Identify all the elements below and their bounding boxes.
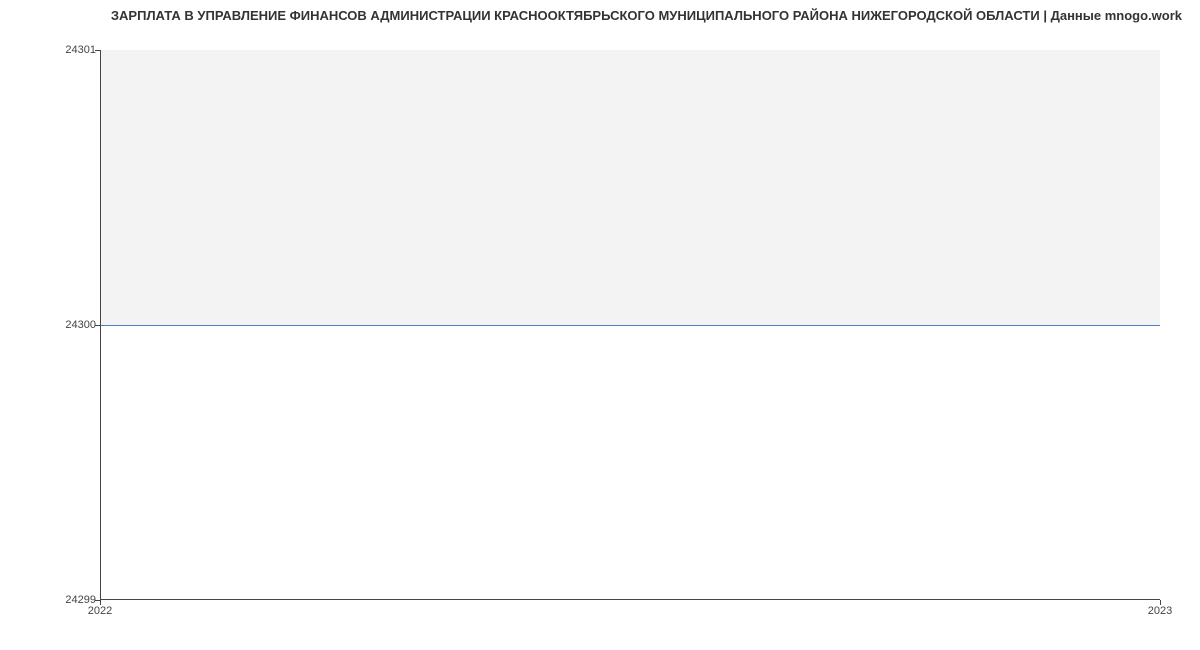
y-tick-label: 24301 [65, 44, 96, 56]
plot-background-upper [100, 50, 1160, 325]
chart-title: ЗАРПЛАТА В УПРАВЛЕНИЕ ФИНАНСОВ АДМИНИСТР… [111, 8, 1182, 23]
data-line [100, 325, 1160, 326]
x-axis [100, 599, 1160, 600]
chart-container: ЗАРПЛАТА В УПРАВЛЕНИЕ ФИНАНСОВ АДМИНИСТР… [0, 0, 1200, 650]
plot-area [100, 50, 1160, 600]
x-tick-label: 2023 [1148, 605, 1172, 617]
y-tick-label: 24300 [65, 319, 96, 331]
y-axis [100, 50, 101, 600]
x-tick-label: 2022 [88, 605, 112, 617]
